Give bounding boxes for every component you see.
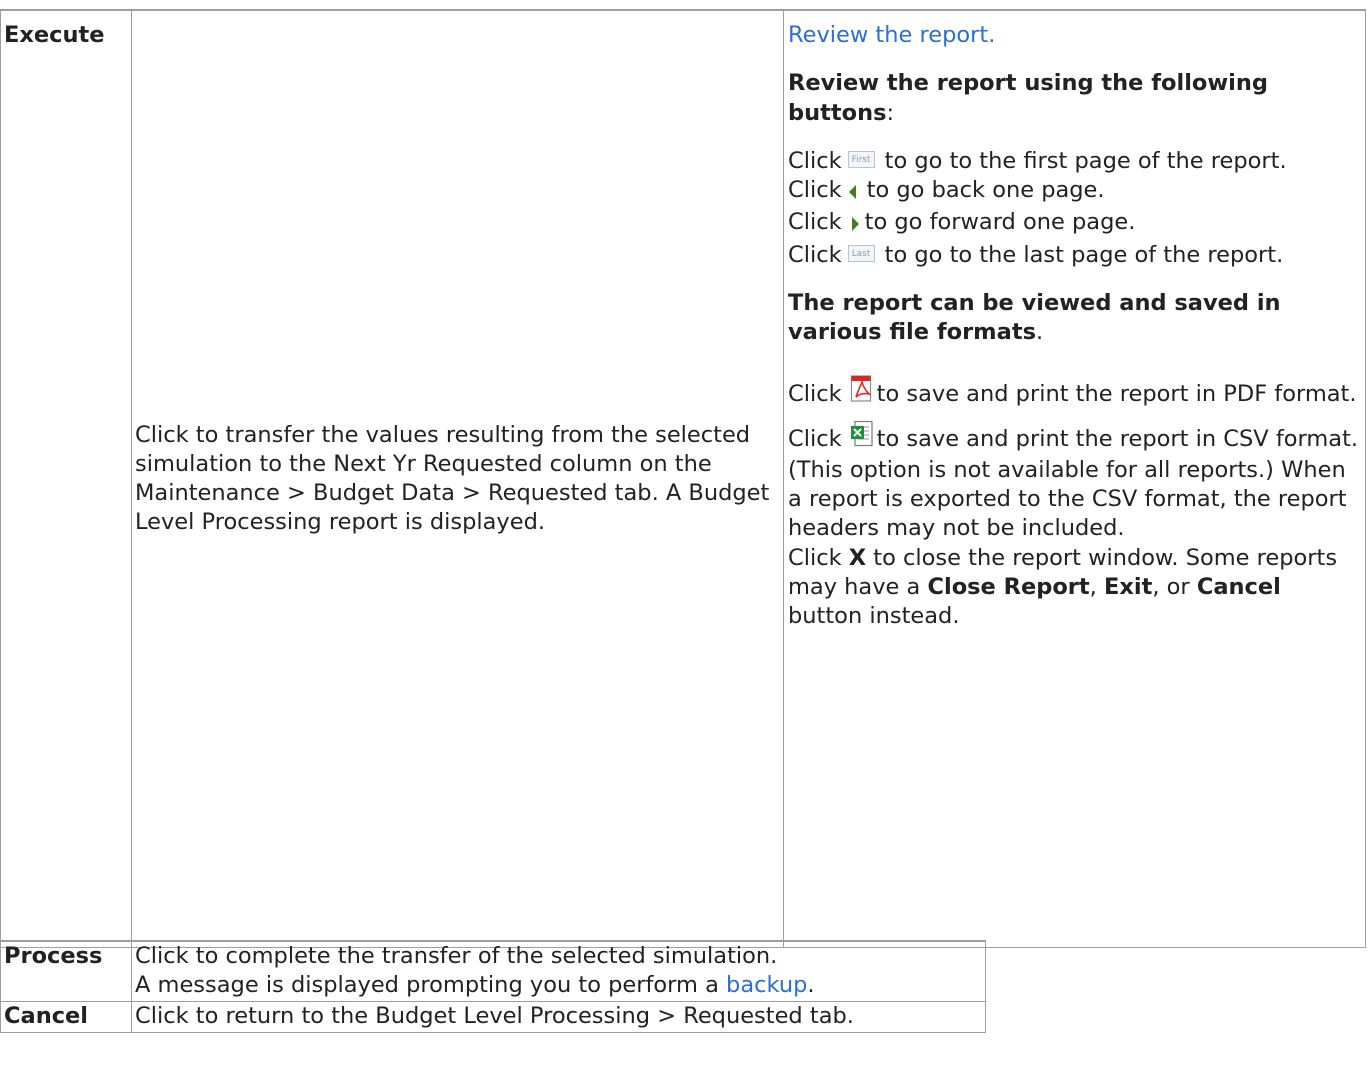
- actions-table: Process Click to complete the transfer o…: [0, 940, 986, 1033]
- execute-label: Execute: [4, 22, 105, 48]
- execute-description-cell: Click to transfer the values resulting f…: [131, 9, 784, 948]
- execute-row: Execute Click to transfer the values res…: [0, 9, 1366, 948]
- cancel-row: Cancel Click to return to the Budget Lev…: [0, 1001, 986, 1033]
- previous-page-triangle-icon: [848, 179, 858, 208]
- review-report-link[interactable]: Review the report.: [788, 22, 995, 48]
- nav-prev-line: Click to go back one page.: [788, 176, 1362, 208]
- next-page-triangle-icon: [850, 211, 860, 240]
- process-description-cell: Click to complete the transfer of the se…: [131, 940, 986, 1002]
- process-label-cell: Process: [0, 940, 132, 1002]
- cancel-description-cell: Click to return to the Budget Level Proc…: [131, 1001, 986, 1033]
- excel-csv-file-icon: [850, 420, 874, 456]
- formats-heading: The report can be viewed and saved in va…: [788, 289, 1281, 345]
- cancel-label: Cancel: [4, 1003, 89, 1029]
- last-page-button-icon: Last: [847, 244, 875, 262]
- execute-description: Click to transfer the values resulting f…: [135, 421, 770, 536]
- nav-first-line: Click First to go to the first page of the…: [788, 147, 1287, 174]
- process-label: Process: [4, 943, 103, 969]
- cancel-description: Click to return to the Budget Level Proc…: [135, 1003, 854, 1029]
- review-heading: Review the report using the following bu…: [788, 70, 1269, 126]
- nav-last-line: Click Last to go to the last page of the r…: [788, 241, 1284, 268]
- close-line: Click X to close the report window. Some…: [788, 544, 1338, 630]
- first-page-button-icon: First: [847, 150, 875, 168]
- process-row: Process Click to complete the transfer o…: [0, 940, 986, 1002]
- execute-table: Execute Click to transfer the values res…: [0, 9, 1366, 948]
- execute-detail-cell: Review the report. Review the report usi…: [783, 9, 1366, 948]
- nav-next-line: Click to go forward one page.: [788, 208, 1362, 240]
- execute-label-cell: Execute: [0, 9, 132, 948]
- process-line-1: Click to complete the transfer of the se…: [135, 943, 778, 969]
- cancel-label-cell: Cancel: [0, 1001, 132, 1033]
- pdf-line: Click to save and print the report in PDF…: [788, 373, 1362, 411]
- backup-link[interactable]: backup: [726, 972, 807, 998]
- process-line-2: A message is displayed prompting you to …: [135, 972, 815, 999]
- pdf-file-icon: [850, 373, 874, 411]
- csv-line: Click to save and print the report in CSV…: [788, 420, 1362, 544]
